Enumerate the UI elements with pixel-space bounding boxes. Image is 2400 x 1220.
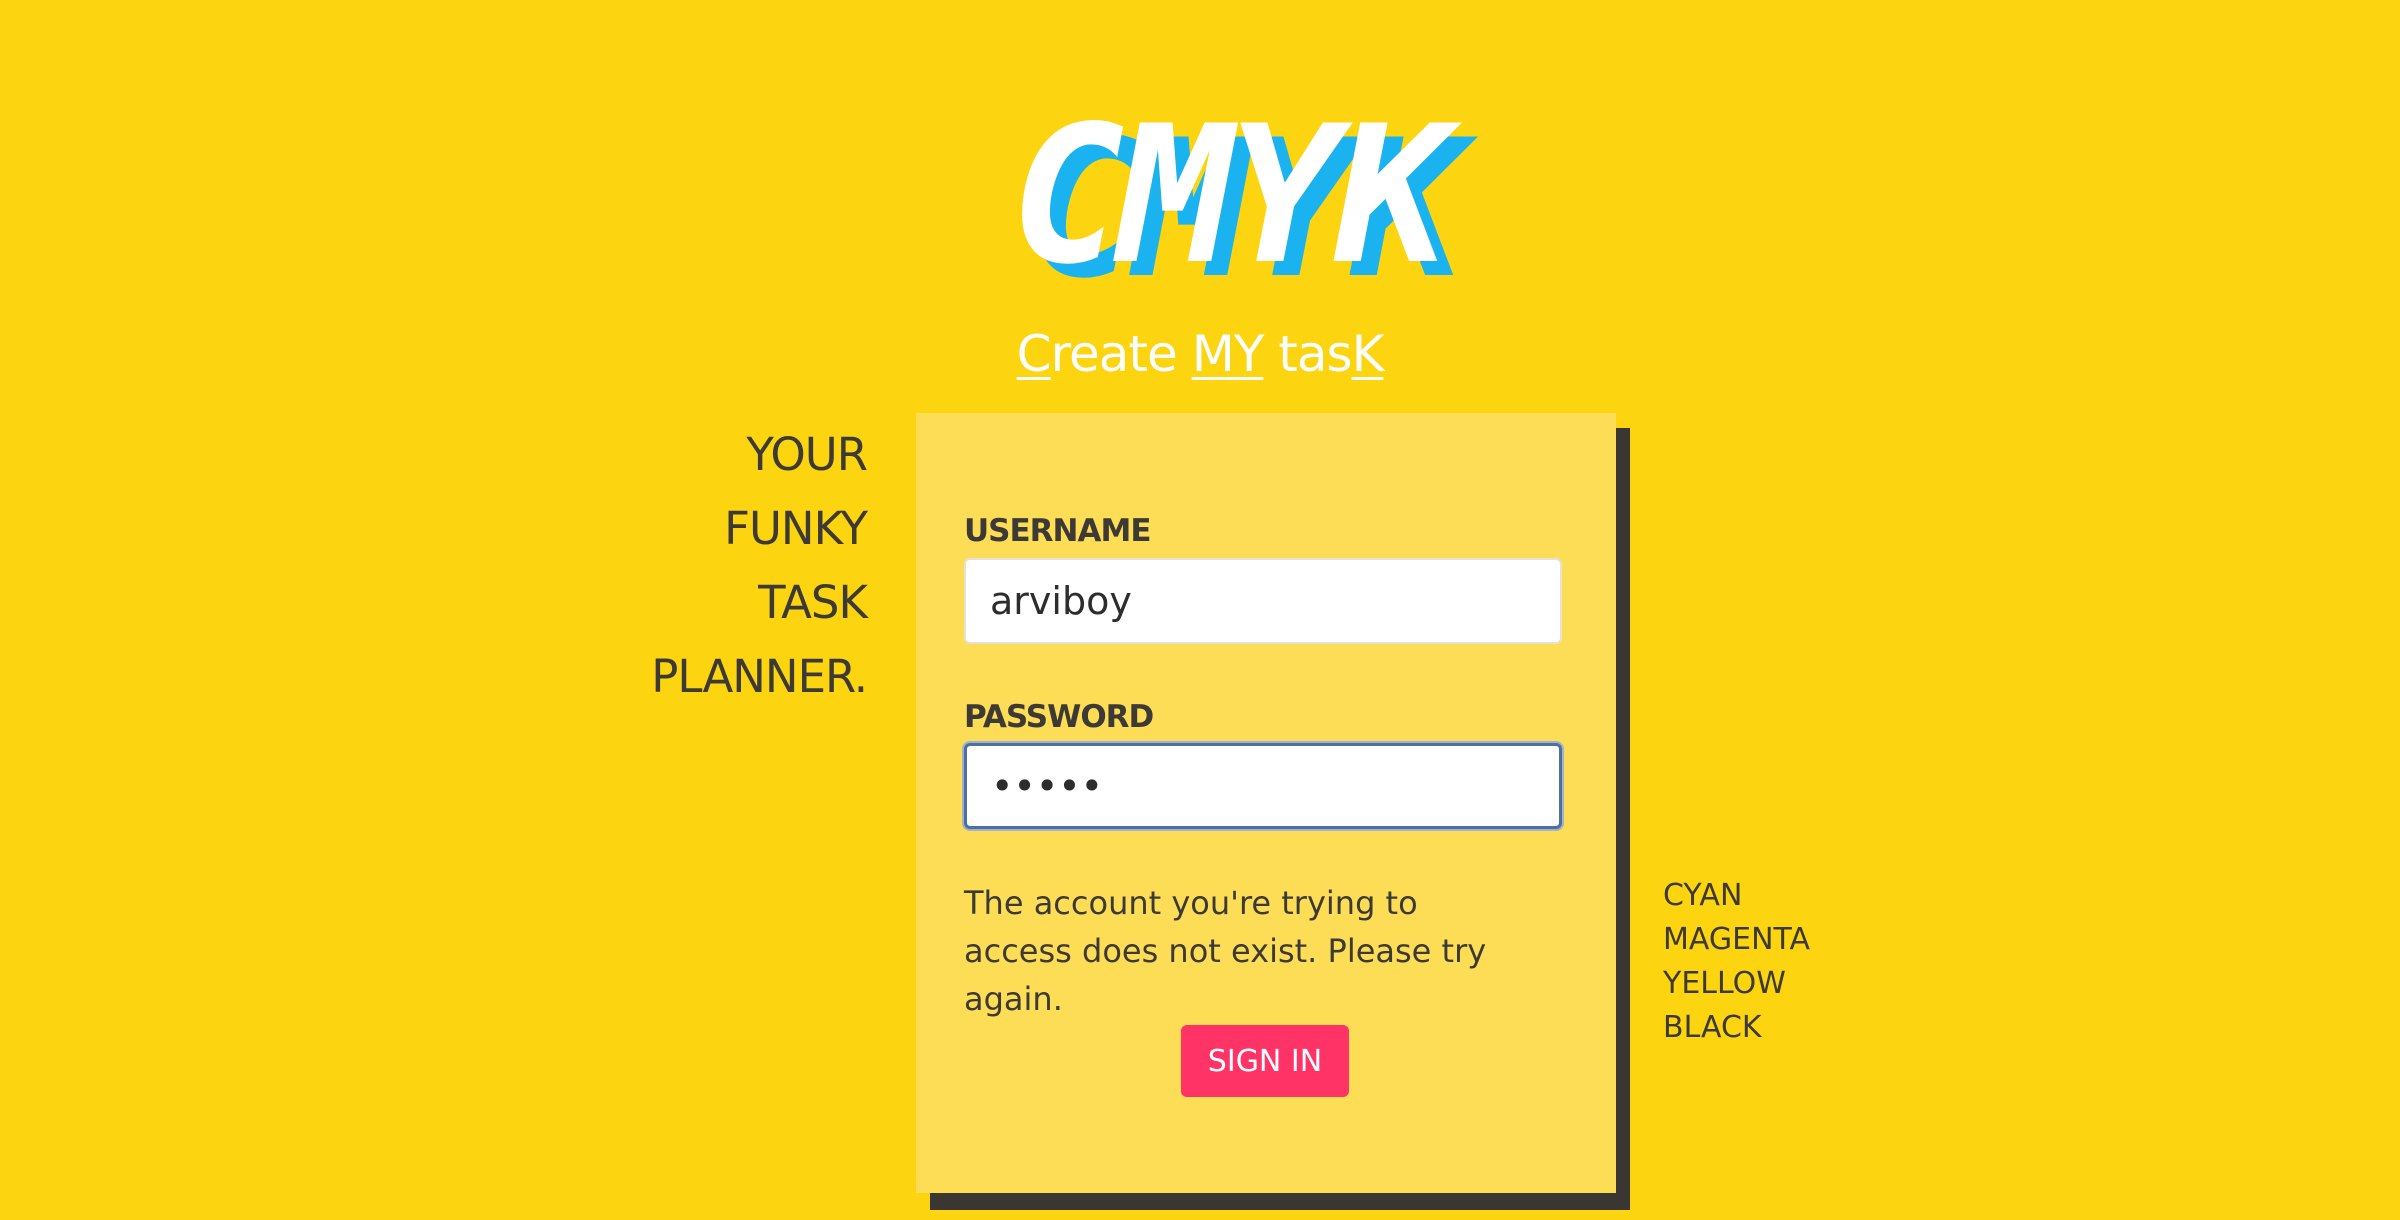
tagline-k: K	[1351, 325, 1385, 383]
slogan-line: YOUR	[746, 428, 868, 481]
tagline-c: C	[1016, 325, 1052, 383]
cmyk-colors-list: CYAN MAGENTA YELLOW BLACK	[1663, 874, 1810, 1050]
color-item-cyan: CYAN	[1663, 878, 1743, 913]
username-input[interactable]	[964, 558, 1562, 644]
error-message: The account you're trying to access does…	[964, 884, 1487, 1018]
logo-graphic: CMYK CMYK	[1010, 85, 1484, 320]
tagline: Create MY tasK	[0, 325, 2400, 383]
password-input[interactable]	[964, 743, 1562, 829]
color-item-yellow: YELLOW	[1663, 966, 1786, 1001]
username-label: USERNAME	[964, 513, 1152, 549]
logo-text: CMYK	[1010, 85, 1462, 306]
slogan: YOUR FUNKY TASK PLANNER.	[651, 418, 868, 714]
password-label: PASSWORD	[964, 699, 1154, 735]
color-item-black: BLACK	[1663, 1010, 1762, 1045]
cmyk-logo: CMYK CMYK	[1010, 85, 1484, 320]
tagline-tas: tas	[1263, 325, 1352, 383]
sign-in-button[interactable]: SIGN IN	[1181, 1025, 1349, 1097]
login-card: USERNAME PASSWORD The account you're try…	[916, 413, 1616, 1193]
login-page: CMYK CMYK Create MY tasK YOUR FUNKY TASK…	[0, 0, 2400, 1220]
slogan-line: PLANNER.	[651, 650, 868, 703]
tagline-reate: reate	[1050, 325, 1192, 383]
slogan-line: TASK	[758, 576, 868, 629]
color-item-magenta: MAGENTA	[1663, 922, 1811, 957]
tagline-my: MY	[1191, 325, 1265, 383]
slogan-line: FUNKY	[724, 502, 868, 555]
